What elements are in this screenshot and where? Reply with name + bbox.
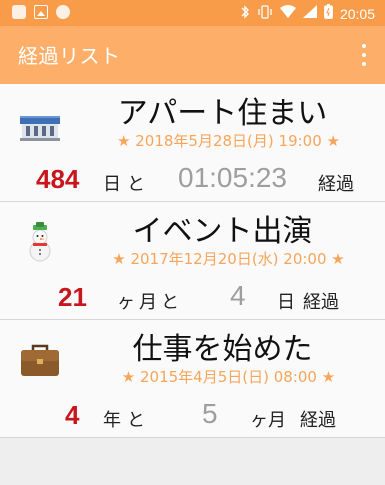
elapsed-suffix: 経過 xyxy=(303,292,339,313)
elapsed-primary-value: 4 xyxy=(65,400,80,430)
elapsed-secondary-value: 4 xyxy=(230,280,246,311)
app-title: 経過リスト xyxy=(18,44,121,68)
overflow-menu-icon[interactable] xyxy=(361,44,367,66)
elapsed-primary-value: 484 xyxy=(36,164,80,194)
circle-icon xyxy=(56,5,70,19)
elapsed-row: 4 年と 5 ヶ月 経過 xyxy=(0,398,385,432)
item-date: ★ 2015年4月5日(日) 08:00 ★ xyxy=(121,368,336,386)
elapsed-row: 21 ヶ月と 4 日 経過 xyxy=(0,280,385,314)
elapsed-list: アパート住まい ★ 2018年5月28日(月) 19:00 ★ 484 日と 0… xyxy=(0,84,385,438)
list-item[interactable]: イベント出演 ★ 2017年12月20日(水) 20:00 ★ 21 ヶ月と 4… xyxy=(0,202,385,320)
app-bar: 経過リスト xyxy=(0,26,385,84)
elapsed-suffix: 経過 xyxy=(318,174,354,195)
signal-icon xyxy=(302,5,317,22)
item-date: ★ 2017年12月20日(水) 20:00 ★ xyxy=(112,250,345,268)
list-item[interactable]: アパート住まい ★ 2018年5月28日(月) 19:00 ★ 484 日と 0… xyxy=(0,84,385,202)
elapsed-secondary-unit: 日 xyxy=(277,292,295,313)
station-building-icon xyxy=(18,102,62,146)
elapsed-suffix: 経過 xyxy=(300,410,336,431)
notification-icon xyxy=(12,5,26,19)
item-title: アパート住まい xyxy=(117,96,328,131)
elapsed-secondary-value: 01:05:23 xyxy=(178,162,287,193)
elapsed-primary-unit: 日と xyxy=(103,174,151,195)
list-item[interactable]: 仕事を始めた ★ 2015年4月5日(日) 08:00 ★ 4 年と 5 ヶ月 … xyxy=(0,320,385,438)
briefcase-icon xyxy=(18,338,62,382)
elapsed-primary-unit: 年と xyxy=(103,410,151,431)
elapsed-primary-unit: ヶ月と xyxy=(117,292,183,313)
snowman-icon xyxy=(18,220,62,264)
elapsed-secondary-unit: ヶ月 xyxy=(250,410,286,431)
elapsed-row: 484 日と 01:05:23 経過 xyxy=(0,162,385,196)
status-bar: 20:05 xyxy=(0,0,385,26)
battery-icon xyxy=(324,4,333,23)
elapsed-primary-value: 21 xyxy=(58,282,87,312)
wifi-icon xyxy=(279,5,296,22)
image-icon xyxy=(34,5,48,19)
elapsed-secondary-value: 5 xyxy=(202,398,218,429)
item-date: ★ 2018年5月28日(月) 19:00 ★ xyxy=(117,132,340,150)
vibrate-icon xyxy=(257,4,273,23)
status-time: 20:05 xyxy=(339,5,375,22)
item-title: イベント出演 xyxy=(132,214,313,249)
item-title: 仕事を始めた xyxy=(132,332,313,367)
bluetooth-icon xyxy=(240,4,250,23)
